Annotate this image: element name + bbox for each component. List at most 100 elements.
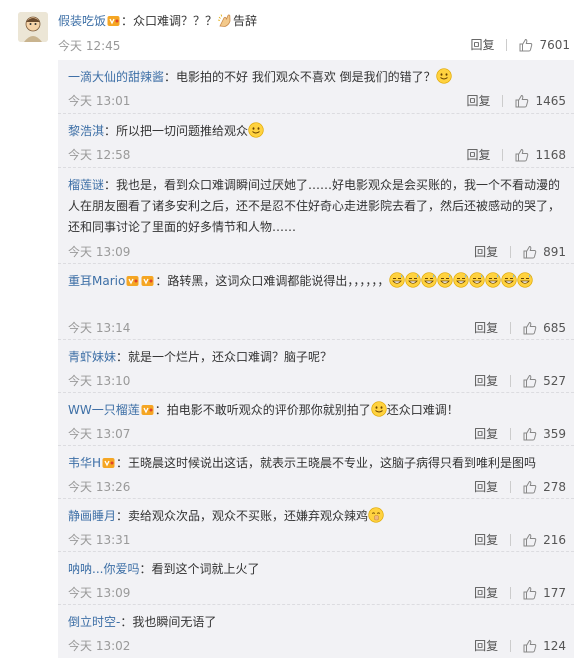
like-count: 527	[543, 373, 566, 388]
reply-text: 就是一个烂片，还众口难调？脑子呢？	[128, 350, 333, 364]
username-link[interactable]: 假装吃饭	[58, 14, 106, 28]
divider	[502, 148, 504, 161]
divider	[510, 321, 512, 334]
reply-text: 路转黑，这词众口难调都能说得出，，，，，，	[167, 274, 390, 288]
smile-emoji-icon	[371, 401, 387, 417]
list-item: 榴莲谜：我也是，看到众口难调瞬间过厌她了……好电影观众是会买账的，我一个不看动漫…	[58, 168, 574, 264]
list-item: WW一只榴莲 ：拍电影不敢听观众的评价那你就别拍了 还众口难调！ 今天 13:07 …	[58, 393, 574, 446]
reply-time: 今天 13:26	[68, 480, 131, 494]
reply-text: 卖给观众次品，观众不买账，还嫌弃观众辣鸡	[128, 509, 369, 523]
like-count: 7601	[539, 37, 570, 52]
colon: ：	[164, 70, 177, 84]
vip-badge-icon	[107, 15, 120, 27]
thumb-up-icon[interactable]	[523, 374, 537, 388]
thumb-up-icon[interactable]	[515, 148, 529, 162]
thumb-up-icon[interactable]	[523, 586, 537, 600]
reply-button[interactable]: 回复	[474, 584, 498, 601]
reply-text-line: 呐呐...你爱吗：看到这个词就上火了	[68, 559, 568, 580]
list-item: 重耳Mario ：路转黑，这词众口难调都能说得出，，，，，， 今天 13:14 回…	[58, 264, 574, 340]
grin-sweat-emoji-icon	[389, 272, 405, 288]
username-link[interactable]: 静画睡月	[68, 509, 116, 523]
reply-button[interactable]: 回复	[474, 319, 498, 336]
comment-line: 假装吃饭 ：众口难调？？？ 告辞	[58, 12, 257, 29]
reply-actions: 回复 891	[474, 243, 566, 260]
reply-text-line: 倒立时空-：我也瞬间无语了	[68, 612, 568, 633]
divider	[510, 639, 512, 652]
divider	[510, 586, 512, 599]
reply-button[interactable]: 回复	[474, 478, 498, 495]
thumb-up-icon[interactable]	[523, 245, 537, 259]
username-link[interactable]: 韦华H	[68, 456, 101, 470]
reply-actions: 回复 527	[474, 372, 566, 389]
grin-sweat-emoji-icon	[485, 272, 501, 288]
colon: ：	[155, 274, 168, 288]
smile-emoji-icon	[248, 122, 264, 138]
grin-sweat-emoji-icon	[421, 272, 437, 288]
reply-text-line: WW一只榴莲 ：拍电影不敢听观众的评价那你就别拍了 还众口难调！	[68, 400, 568, 421]
like-count: 278	[543, 479, 566, 494]
clap-hands-icon	[217, 12, 233, 28]
reply-actions: 回复 1168	[466, 146, 566, 163]
vip-badge-icon	[141, 404, 154, 416]
thumb-up-icon[interactable]	[515, 94, 529, 108]
colon: ：	[121, 14, 134, 28]
reply-button[interactable]: 回复	[466, 146, 490, 163]
reply-text-line: 一滴大仙的甜辣酱：电影拍的不好 我们观众不喜欢 倒是我们的错了？	[68, 67, 568, 88]
reply-button[interactable]: 回复	[470, 36, 494, 53]
thumb-up-icon[interactable]	[523, 533, 537, 547]
username-link[interactable]: 呐呐...你爱吗	[68, 562, 139, 576]
vip-badge-icon	[141, 275, 154, 287]
avatar[interactable]	[18, 12, 48, 42]
reply-text: 我也瞬间无语了	[132, 615, 217, 629]
thumb-up-icon[interactable]	[523, 321, 537, 335]
main-comment: 假装吃饭 ：众口难调？？？ 告辞 今天 12:45 回复 7601	[0, 0, 580, 58]
username-link[interactable]: 重耳Mario	[68, 274, 125, 288]
reply-text: 所以把一切问题推给观众	[116, 124, 249, 138]
username-link[interactable]: 青虾妹妹	[68, 350, 116, 364]
like-count: 359	[543, 426, 566, 441]
reply-button[interactable]: 回复	[474, 425, 498, 442]
username-link[interactable]: 倒立时空-	[68, 615, 120, 629]
colon: ：	[104, 178, 117, 192]
thumb-up-icon[interactable]	[523, 639, 537, 653]
reply-button[interactable]: 回复	[466, 92, 490, 109]
reply-text: 我也是，看到众口难调瞬间过厌她了……好电影观众是会买账的，我一个不看动漫的人在朋…	[68, 178, 561, 234]
username-link[interactable]: 黎浩淇	[68, 124, 104, 138]
comment-actions: 回复 7601	[470, 36, 570, 53]
list-item: 静画睡月：卖给观众次品，观众不买账，还嫌弃观众辣鸡 今天 13:31 回复 21…	[58, 499, 574, 552]
reply-text-line: 青虾妹妹：就是一个烂片，还众口难调？脑子呢？	[68, 347, 568, 368]
thumb-up-icon[interactable]	[523, 427, 537, 441]
reply-time: 今天 13:02	[68, 639, 131, 653]
vip-badge-icon	[126, 275, 139, 287]
smile-emoji-icon	[436, 68, 452, 84]
reply-actions: 回复 177	[474, 584, 566, 601]
reply-text: 拍电影不敢听观众的评价那你就别拍了	[166, 403, 371, 417]
reply-button[interactable]: 回复	[474, 243, 498, 260]
reply-button[interactable]: 回复	[474, 637, 498, 654]
reply-text-line: 静画睡月：卖给观众次品，观众不买账，还嫌弃观众辣鸡	[68, 506, 568, 527]
username-link[interactable]: WW一只榴莲	[68, 403, 140, 417]
like-count: 1168	[535, 147, 566, 162]
like-count: 216	[543, 532, 566, 547]
reply-text-line: 重耳Mario ：路转黑，这词众口难调都能说得出，，，，，，	[68, 271, 568, 292]
thumb-up-icon[interactable]	[523, 480, 537, 494]
hush-emoji-icon	[368, 507, 384, 523]
thumb-up-icon[interactable]	[519, 38, 533, 52]
reply-list: 一滴大仙的甜辣酱：电影拍的不好 我们观众不喜欢 倒是我们的错了？ 今天 13:0…	[58, 60, 574, 658]
vip-badge-icon	[102, 457, 115, 469]
username-link[interactable]: 一滴大仙的甜辣酱	[68, 70, 164, 84]
reply-time: 今天 13:07	[68, 427, 131, 441]
grin-sweat-emoji-icon	[405, 272, 421, 288]
list-item: 黎浩淇：所以把一切问题推给观众 今天 12:58 回复 1168	[58, 114, 574, 168]
colon: ：	[154, 403, 167, 417]
colon: ：	[116, 509, 129, 523]
reply-button[interactable]: 回复	[474, 531, 498, 548]
reply-button[interactable]: 回复	[474, 372, 498, 389]
username-link[interactable]: 榴莲谜	[68, 178, 104, 192]
like-count: 177	[543, 585, 566, 600]
divider	[510, 427, 512, 440]
divider	[510, 480, 512, 493]
colon: ：	[116, 350, 129, 364]
reply-time: 今天 12:58	[68, 148, 131, 162]
list-item: 呐呐...你爱吗：看到这个词就上火了 今天 13:09 回复 177	[58, 552, 574, 605]
